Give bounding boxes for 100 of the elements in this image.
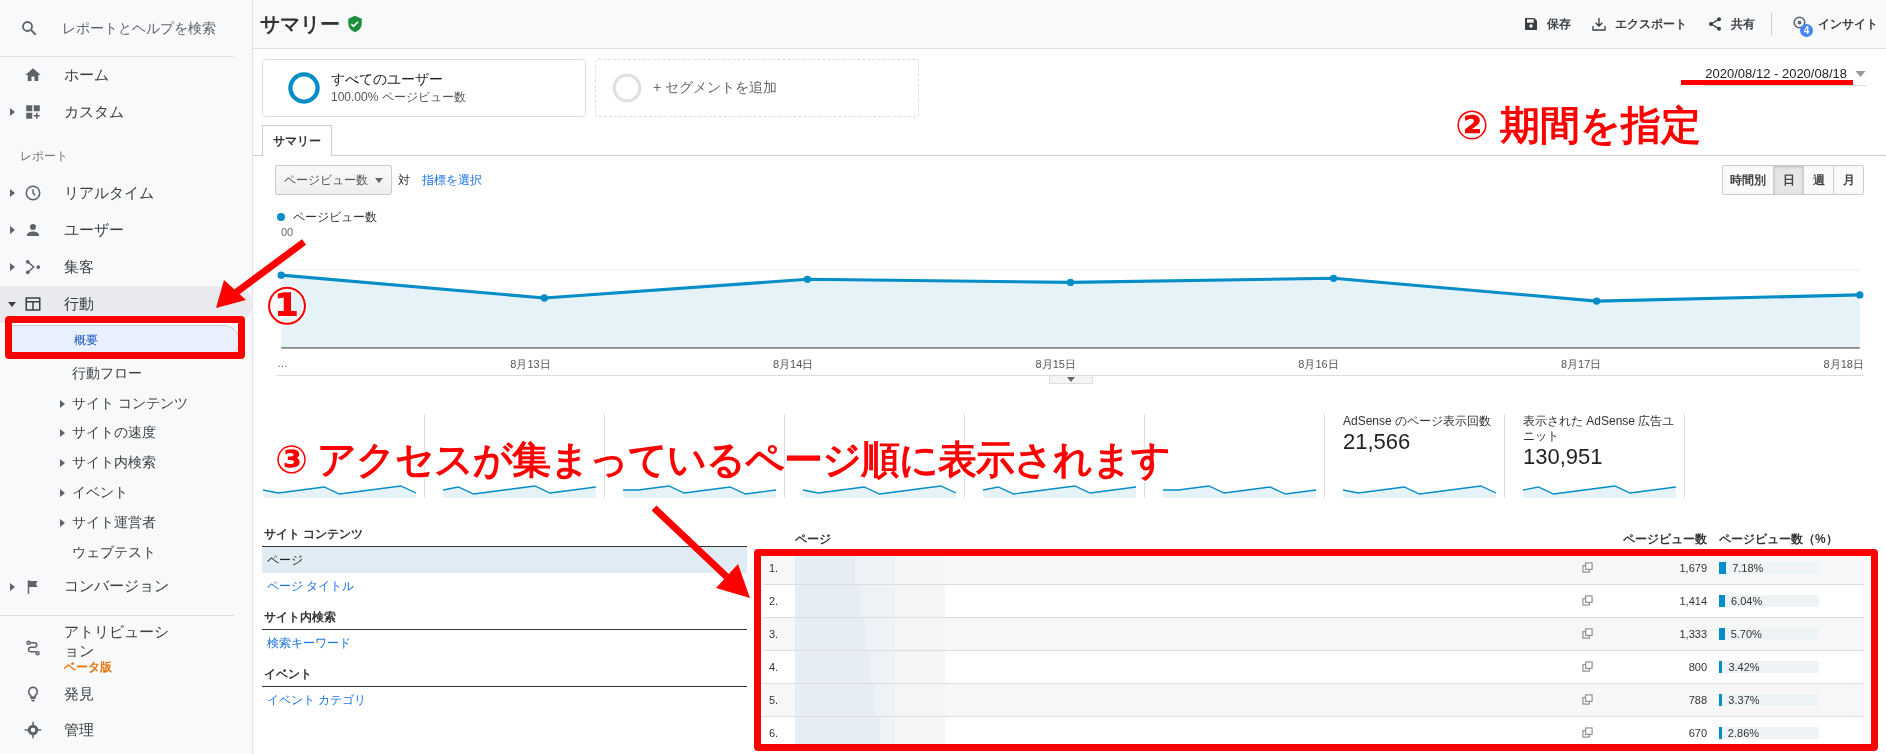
- save-icon: [1523, 16, 1539, 32]
- nav-subitem[interactable]: ウェブテスト: [0, 538, 240, 569]
- nav-item[interactable]: ホーム: [0, 56, 252, 94]
- caret-right-icon: [58, 459, 66, 468]
- table-cell-text: 670: [1687, 727, 1707, 739]
- nav-item[interactable]: 発見: [0, 676, 252, 713]
- count-badge: 4: [1800, 24, 1813, 37]
- table-cell-text: 1,414: [1678, 595, 1707, 607]
- toolbar-button[interactable]: エクスポート: [1591, 15, 1687, 33]
- row-number: 6.: [768, 727, 780, 739]
- table-cell-text: 1,333: [1678, 628, 1707, 640]
- nav-subitem[interactable]: サイト コンテンツ: [0, 388, 240, 419]
- granularity-button[interactable]: 週: [1803, 166, 1833, 194]
- clock-icon: [24, 184, 42, 203]
- nav-subitem[interactable]: サイト内検索: [0, 448, 240, 479]
- metric-label: AdSense のページ表示回数: [1343, 414, 1493, 429]
- download-icon: [1591, 16, 1607, 32]
- caret-right-icon: [58, 519, 66, 528]
- panel-icon: [24, 295, 42, 314]
- nav-item[interactable]: コンバージョン: [0, 568, 252, 606]
- legend-label: ページビュー数: [293, 208, 377, 226]
- nav-subitem[interactable]: イベント: [0, 478, 240, 509]
- open-link-icon[interactable]: [1582, 660, 1593, 672]
- fork-icon: [24, 258, 42, 277]
- table-cell: 5.70%: [1730, 627, 1762, 641]
- granularity-button[interactable]: 時間別: [1723, 166, 1773, 194]
- nav-item[interactable]: アトリビューション ベータ版: [0, 620, 252, 677]
- nav-subitem[interactable]: 行動フロー: [0, 358, 240, 389]
- axis-label: 00: [281, 226, 294, 238]
- dimension-link[interactable]: イベント カテゴリ: [262, 687, 373, 713]
- toolbar-button[interactable]: 共有: [1707, 15, 1755, 33]
- annotation-text: ①: [265, 276, 310, 336]
- segment-ring-icon: [287, 71, 321, 105]
- annotation-text: ③ アクセスが集まっているページ順に表示されます: [275, 440, 1170, 479]
- row-number: 3.: [768, 628, 780, 640]
- dimension-heading: イベント: [262, 656, 747, 687]
- data-point: [1593, 297, 1601, 305]
- column-header: ページ: [795, 530, 832, 548]
- column-header: ページビュー数（%）: [1718, 530, 1839, 548]
- search-field[interactable]: レポートとヘルプを検索: [60, 18, 234, 37]
- nav-subitem[interactable]: サイトの速度: [0, 418, 240, 449]
- dimension-heading: サイト内検索: [262, 599, 747, 630]
- segment-label: + セグメントを追加: [653, 79, 778, 97]
- empty-ring-icon: [611, 72, 643, 104]
- table-cell-text: 1,679: [1678, 562, 1707, 574]
- dimension-link[interactable]: 検索キーワード: [262, 630, 357, 656]
- axis-label: …: [277, 357, 288, 371]
- axis-label: 8月15日: [1035, 357, 1076, 372]
- table-cell: 3.37%: [1728, 693, 1760, 707]
- share-icon: [1707, 16, 1723, 32]
- toolbar-button[interactable]: 保存: [1523, 15, 1571, 33]
- granularity-button[interactable]: 月: [1833, 166, 1863, 194]
- page-title: サマリー: [260, 11, 340, 37]
- tab[interactable]: サマリー: [262, 125, 332, 156]
- table-cell-text: 800: [1687, 661, 1707, 673]
- caret-right-icon: [8, 582, 16, 591]
- metric-label: 表示された AdSense 広告ユニット: [1523, 414, 1676, 444]
- open-link-icon[interactable]: [1582, 627, 1593, 639]
- dimension-link[interactable]: ページ タイトル: [262, 573, 361, 599]
- gear-icon: [24, 721, 42, 740]
- metric-value: 130,951: [1523, 444, 1604, 470]
- axis-label: 8月18日: [1823, 357, 1864, 372]
- axis-label: 8月13日: [510, 357, 551, 372]
- nav-item[interactable]: 集客: [0, 248, 252, 286]
- row-number: 1.: [768, 562, 780, 574]
- versus-label: 対: [398, 171, 410, 189]
- segment-name: すべてのユーザー: [331, 70, 444, 89]
- grid-icon: [24, 103, 42, 122]
- add-segment-card[interactable]: + セグメントを追加: [595, 59, 919, 117]
- dimension-link[interactable]: ページ: [262, 547, 747, 573]
- row-number: 4.: [768, 661, 780, 673]
- data-point: [277, 271, 285, 279]
- granularity-button[interactable]: 日: [1773, 166, 1803, 194]
- data-point: [540, 294, 548, 302]
- row-number: 2.: [768, 595, 780, 607]
- open-link-icon[interactable]: [1582, 693, 1593, 705]
- verified-shield-icon: [346, 15, 364, 33]
- table-cell: 7.18%: [1732, 561, 1764, 575]
- nav-subitem[interactable]: サイト運営者: [0, 508, 240, 539]
- annotation-text: ② 期間を指定: [1455, 102, 1701, 149]
- metric-dropdown[interactable]: ページビュー数: [275, 165, 392, 195]
- select-metric-link[interactable]: 指標を選択: [422, 171, 482, 189]
- nav-item[interactable]: 管理: [0, 712, 252, 749]
- nav-item[interactable]: ユーザー: [0, 211, 252, 249]
- open-link-icon[interactable]: [1582, 594, 1593, 606]
- nav-item[interactable]: リアルタイム: [0, 174, 252, 212]
- metric-value: 21,566: [1343, 429, 1412, 455]
- data-point: [1856, 291, 1864, 299]
- open-link-icon[interactable]: [1582, 561, 1593, 573]
- table-cell: 3.42%: [1728, 660, 1760, 674]
- caret-right-icon: [8, 189, 16, 198]
- axis-label: 8月14日: [772, 357, 814, 372]
- collapse-handle[interactable]: [1048, 376, 1093, 384]
- open-link-icon[interactable]: [1582, 726, 1593, 738]
- segment-card[interactable]: すべてのユーザー 100.00% ページビュー数: [262, 59, 586, 117]
- nav-item[interactable]: カスタム: [0, 93, 252, 131]
- axis-label: 8月16日: [1298, 357, 1339, 372]
- column-header: ページビュー数: [1622, 530, 1707, 548]
- table-cell: 6.04%: [1731, 594, 1763, 608]
- caret-right-icon: [8, 263, 16, 272]
